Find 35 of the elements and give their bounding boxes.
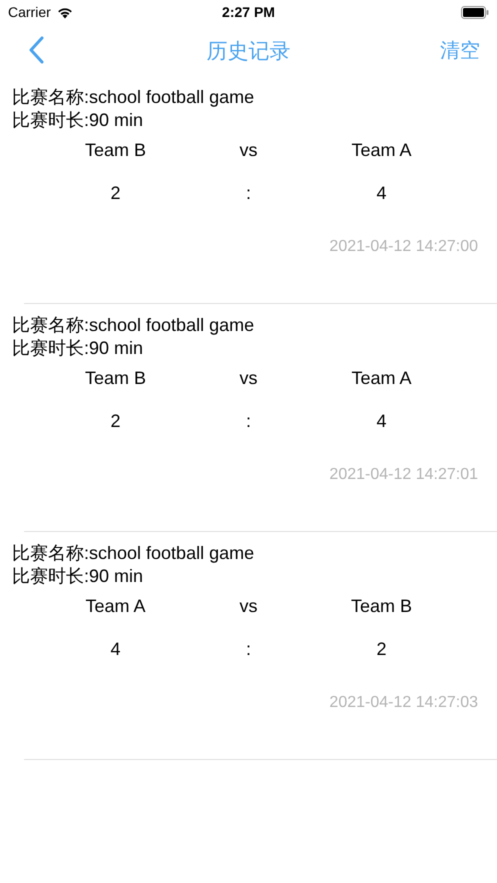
match-timestamp: 2021-04-12 14:27:00 <box>329 238 478 256</box>
wifi-icon <box>56 6 74 18</box>
team-score: 4 <box>376 183 386 204</box>
back-button[interactable] <box>28 36 44 64</box>
team-score: 2 <box>110 183 120 204</box>
team-score: 2 <box>110 411 120 432</box>
versus-label: vs <box>240 596 258 617</box>
match-duration: 比赛时长:90 min <box>12 565 144 588</box>
team-score: 4 <box>110 639 120 660</box>
versus-label: vs <box>240 368 258 389</box>
team-name: Team B <box>350 596 412 617</box>
versus-label: vs <box>240 140 258 161</box>
team-score: 2 <box>376 639 386 660</box>
team-name: Team A <box>85 596 146 617</box>
team-name: Team A <box>351 368 412 389</box>
clear-button[interactable]: 清空 <box>440 36 480 64</box>
battery-icon <box>461 6 489 18</box>
match-name: 比赛名称:school football game <box>12 314 254 337</box>
score-separator: : <box>246 411 251 432</box>
team-score: 4 <box>376 411 386 432</box>
match-timestamp: 2021-04-12 14:27:01 <box>329 466 478 484</box>
team-name: Team A <box>351 140 412 161</box>
score-separator: : <box>246 183 251 204</box>
team-name: Team B <box>84 368 146 389</box>
match-duration: 比赛时长:90 min <box>12 109 144 132</box>
carrier-label: Carrier <box>8 4 51 20</box>
team-name: Team B <box>84 140 146 161</box>
match-timestamp: 2021-04-12 14:27:03 <box>329 694 478 712</box>
match-name: 比赛名称:school football game <box>12 542 254 565</box>
match-name: 比赛名称:school football game <box>12 86 254 109</box>
score-separator: : <box>246 639 251 660</box>
page-title: 历史记录 <box>206 39 290 65</box>
match-duration: 比赛时长:90 min <box>12 337 144 360</box>
back-chevron-icon <box>28 36 44 64</box>
clock-time: 2:27 PM <box>222 4 275 20</box>
